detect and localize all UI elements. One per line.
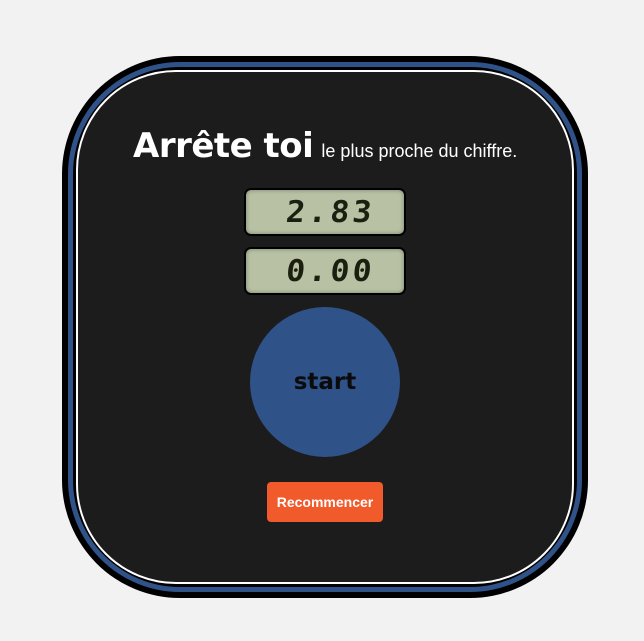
header: Arrête toi le plus proche du chiffre. [133,126,613,166]
restart-button[interactable]: Recommencer [267,482,383,522]
page-title: Arrête toi [133,126,314,166]
timer-display: 0.00 [244,247,406,295]
timer-value: 0.00 [284,253,377,289]
start-button[interactable]: start [250,307,400,457]
page-subtitle: le plus proche du chiffre. [321,141,518,161]
target-display: 2.83 [244,188,406,236]
start-button-label: start [293,369,357,395]
target-value: 2.83 [284,194,377,230]
